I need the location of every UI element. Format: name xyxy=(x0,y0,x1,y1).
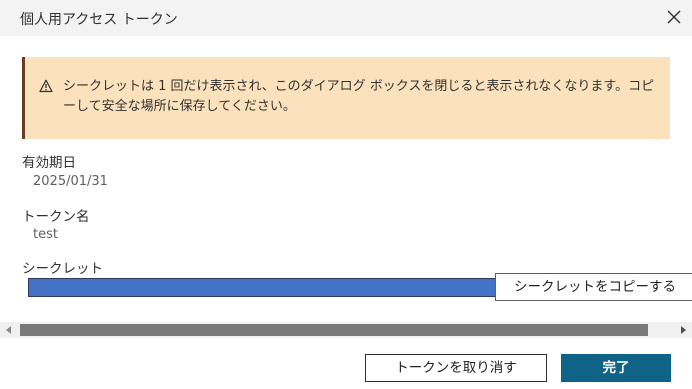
close-icon xyxy=(667,10,681,24)
token-name-label: トークン名 xyxy=(22,209,90,225)
close-button[interactable] xyxy=(664,7,684,27)
horizontal-scrollbar[interactable] xyxy=(0,322,692,338)
expiry-date-label: 有効期日 xyxy=(22,155,76,171)
warning-text: シークレットは 1 回だけ表示され、このダイアログ ボックスを閉じると表示されな… xyxy=(63,79,655,114)
done-button[interactable]: 完了 xyxy=(561,354,671,382)
copy-secret-button[interactable]: シークレットをコピーする xyxy=(495,273,692,301)
scroll-left-arrow-icon[interactable] xyxy=(6,326,11,334)
revoke-token-button[interactable]: トークンを取り消す xyxy=(365,354,547,382)
warning-message-bar: シークレットは 1 回だけ表示され、このダイアログ ボックスを閉じると表示されな… xyxy=(22,57,670,139)
dialog-title: 個人用アクセス トークン xyxy=(20,12,178,28)
secret-row: シークレットをコピーする xyxy=(0,272,692,302)
expiry-date-value: 2025/01/31 xyxy=(33,174,108,189)
secret-value-highlight[interactable] xyxy=(28,278,496,297)
scrollbar-thumb[interactable] xyxy=(20,324,648,336)
title-bar: 個人用アクセス トークン xyxy=(0,0,692,36)
scroll-right-arrow-icon[interactable] xyxy=(681,326,686,334)
token-name-value: test xyxy=(33,227,58,242)
warning-icon xyxy=(39,79,53,93)
personal-access-token-dialog: 個人用アクセス トークン シークレットは 1 回だけ表示され、このダイアログ ボ… xyxy=(0,0,692,389)
